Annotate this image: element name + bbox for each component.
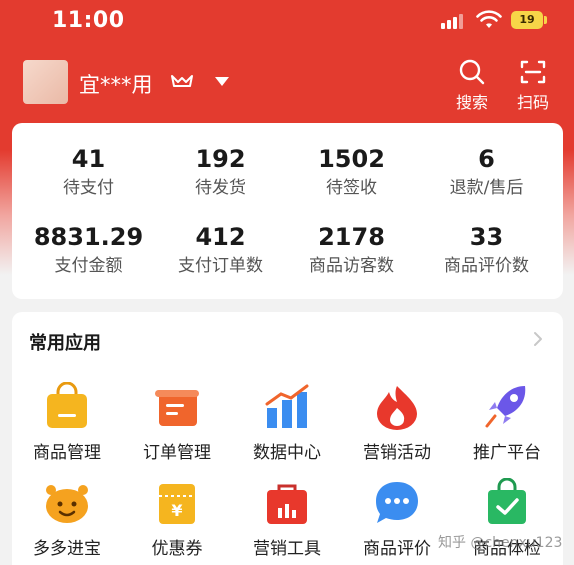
toolbox-icon [267, 484, 307, 524]
battery-tip [544, 16, 547, 24]
status-bar: 11:00 19 [0, 0, 574, 44]
flame-icon [377, 386, 417, 430]
store-name[interactable]: 宜***用 [79, 69, 153, 99]
app-data-center[interactable]: 数据中心 [232, 382, 342, 463]
stat-label: 待支付 [63, 178, 114, 198]
app-label: 多多进宝 [33, 539, 101, 559]
apps-card: 常用应用 商品管理 订单管理 数据中心 营销活动 推广平台 多多进宝 ¥ 优惠券… [12, 312, 563, 565]
store-badge-icon [171, 75, 193, 87]
stat-value: 2178 [318, 223, 385, 251]
stat-pending-shipment[interactable]: 192 待发货 [152, 145, 289, 199]
app-marketing-activity[interactable]: 营销活动 [342, 382, 452, 463]
stat-value: 6 [478, 145, 495, 173]
rocket-icon [485, 386, 526, 428]
scan-button[interactable]: 扫码 [509, 58, 557, 113]
battery-icon: 19 [511, 11, 543, 29]
coupon-icon: ¥ [159, 484, 195, 524]
app-label: 订单管理 [143, 443, 211, 463]
svg-text:¥: ¥ [171, 501, 182, 520]
search-button[interactable]: 搜索 [448, 58, 496, 113]
stat-value: 412 [195, 223, 246, 251]
shopping-bag-icon [47, 382, 87, 428]
search-label: 搜索 [455, 93, 488, 112]
app-label: 数据中心 [253, 443, 321, 463]
stat-label: 待签收 [326, 178, 377, 198]
scroll-icon [155, 390, 199, 426]
stat-payment-amount[interactable]: 8831.29 支付金额 [20, 223, 157, 277]
stat-pending-receipt[interactable]: 1502 待签收 [283, 145, 420, 199]
bar-chart-icon [265, 384, 309, 428]
stat-value: 8831.29 [33, 223, 144, 251]
signal-icon [441, 13, 465, 29]
wifi-icon [476, 10, 502, 28]
app-marketing-tools[interactable]: 营销工具 [232, 478, 342, 559]
status-time: 11:00 [52, 8, 125, 33]
chevron-down-icon[interactable] [214, 75, 230, 87]
watermark: 知乎 @chenxu123 [438, 535, 563, 551]
treasure-icon [46, 485, 88, 523]
app-label: 营销工具 [253, 539, 321, 559]
stats-card: 41 待支付 192 待发货 1502 待签收 6 退款/售后 8831.29 … [12, 123, 563, 299]
app-duoduo-jinbao[interactable]: 多多进宝 [12, 478, 122, 559]
app-label: 商品管理 [33, 443, 101, 463]
stat-label: 支付金额 [54, 256, 123, 276]
scan-icon [520, 60, 546, 84]
stat-label: 商品访客数 [309, 256, 394, 276]
check-bag-icon [488, 478, 526, 524]
app-promotion-platform[interactable]: 推广平台 [452, 382, 562, 463]
stat-value: 41 [71, 145, 106, 173]
stat-paid-orders[interactable]: 412 支付订单数 [152, 223, 289, 277]
stat-product-reviews[interactable]: 33 商品评价数 [418, 223, 555, 277]
chevron-right-icon[interactable] [532, 330, 544, 348]
app-label: 商品评价 [363, 539, 431, 559]
stat-refund[interactable]: 6 退款/售后 [418, 145, 555, 199]
chat-bubble-icon [376, 482, 418, 523]
app-label: 优惠券 [151, 539, 203, 559]
stat-value: 1502 [318, 145, 385, 173]
stat-product-visitors[interactable]: 2178 商品访客数 [283, 223, 420, 277]
stat-pending-payment[interactable]: 41 待支付 [20, 145, 157, 199]
app-product-management[interactable]: 商品管理 [12, 382, 122, 463]
stat-label: 退款/售后 [449, 178, 524, 198]
app-order-management[interactable]: 订单管理 [122, 382, 232, 463]
stat-label: 支付订单数 [178, 256, 263, 276]
scan-label: 扫码 [516, 93, 549, 112]
stat-label: 商品评价数 [444, 256, 529, 276]
apps-section-title: 常用应用 [29, 333, 101, 354]
stat-label: 待发货 [195, 178, 246, 198]
app-label: 营销活动 [363, 443, 431, 463]
app-label: 推广平台 [473, 443, 541, 463]
store-avatar[interactable] [23, 60, 68, 104]
search-icon [459, 59, 485, 85]
app-product-reviews[interactable]: 商品评价 [342, 478, 452, 559]
app-coupons[interactable]: ¥ 优惠券 [122, 478, 232, 559]
stat-value: 33 [469, 223, 504, 251]
stat-value: 192 [195, 145, 246, 173]
